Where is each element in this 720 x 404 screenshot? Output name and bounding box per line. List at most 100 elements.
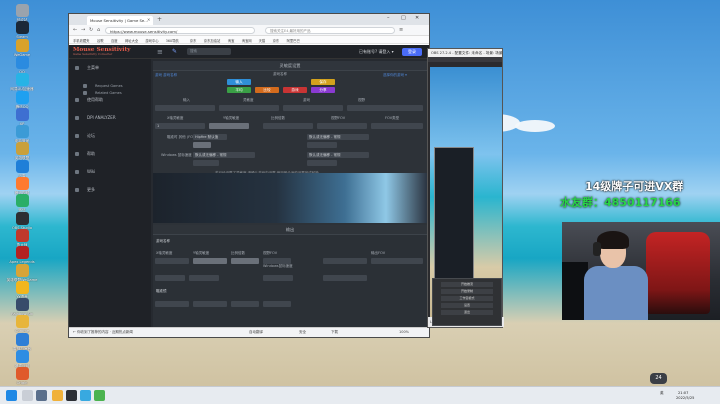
bookmark-item[interactable]: 百度	[111, 38, 118, 43]
sidebar-item[interactable]: 主菜单	[75, 63, 149, 73]
link-right[interactable]: 选择你的游戏 ▾	[383, 73, 407, 78]
lang-indicator[interactable]: 英	[660, 391, 664, 396]
scope-field-4[interactable]	[263, 301, 291, 307]
y-sens-field[interactable]	[209, 123, 249, 129]
multiplier-field[interactable]	[263, 123, 313, 129]
out-field-2[interactable]	[193, 258, 227, 264]
sidebar-item[interactable]: DPI ANALYZER	[75, 113, 149, 123]
option-select-2[interactable]: 默认或无偏移 - 常规	[307, 152, 369, 158]
input-button[interactable]: 输入	[227, 79, 251, 85]
notification-badge[interactable]: 24	[650, 373, 667, 384]
bookmark-item[interactable]: 谷歌	[97, 38, 104, 43]
browser-tab[interactable]: Mouse Sensitivity | Game Se...	[87, 16, 153, 25]
obs-control-button[interactable]: 设置	[441, 303, 493, 308]
out-field-6[interactable]	[371, 258, 423, 264]
sidebar-item[interactable]: 帮助	[75, 149, 149, 159]
close-window-icon[interactable]: ✕	[415, 15, 419, 21]
bookmark-item[interactable]: 淘宝网	[242, 38, 252, 43]
obs-control-button[interactable]: 工作室模式	[441, 296, 493, 301]
obs-taskbar-icon[interactable]	[66, 390, 77, 401]
bookmark-item[interactable]: 京东	[273, 38, 280, 43]
obs-control-button[interactable]: 退出	[441, 310, 493, 315]
out-field-5[interactable]	[323, 258, 367, 264]
url-field[interactable]: https://www.mouse-sensitivity.com/	[105, 27, 255, 34]
bookmark-item[interactable]: 360导航	[166, 38, 179, 43]
forward-icon[interactable]: →	[81, 27, 85, 33]
refresh-icon[interactable]: ↻	[89, 27, 93, 33]
bookmark-item[interactable]: 阿里巴巴	[287, 38, 300, 43]
home-icon[interactable]: ⌂	[97, 27, 100, 33]
out-field-1[interactable]	[155, 258, 189, 264]
status-safe[interactable]: 安全	[299, 330, 306, 335]
clock-time[interactable]: 21:07	[678, 391, 688, 395]
compare-button[interactable]: 比较	[255, 87, 279, 93]
status-news[interactable]: ← 你收到了推荐的内容 · 近期热点新闻	[73, 330, 133, 335]
out-field-8[interactable]	[189, 275, 219, 281]
option-input-2[interactable]	[307, 160, 337, 166]
game-button[interactable]: 游戏	[283, 87, 307, 93]
bookmark-item[interactable]: 天猫	[259, 38, 266, 43]
minimize-icon[interactable]: –	[387, 15, 390, 21]
obs-control-button[interactable]: 开始录制	[441, 289, 493, 294]
status-download[interactable]: 下载	[331, 330, 338, 335]
input-field-2[interactable]	[219, 105, 279, 111]
mode-input[interactable]	[193, 142, 211, 148]
windows-select[interactable]: 默认或无偏移 - 常规	[193, 152, 255, 158]
app-taskbar-icon[interactable]	[94, 390, 105, 401]
app-icon	[15, 4, 29, 17]
new-tab-icon[interactable]: +	[157, 16, 162, 23]
brush-icon[interactable]: ✎	[172, 48, 177, 55]
input-field-4[interactable]	[347, 105, 423, 111]
bookmark-item[interactable]: 手机收藏夹	[73, 38, 89, 43]
average-button[interactable]: 平均	[227, 87, 251, 93]
option-input-1[interactable]	[307, 142, 337, 148]
task-view-icon[interactable]	[36, 390, 47, 401]
account-dropdown[interactable]: 已有账号? 请登入 ▾	[359, 49, 394, 55]
windows-input[interactable]	[193, 160, 219, 166]
obs-control-button[interactable]: 开始推流	[441, 282, 493, 287]
out-field-4[interactable]	[263, 258, 291, 264]
out-field-7[interactable]	[155, 275, 185, 281]
link-left[interactable]: 游戏 游戏名称	[155, 73, 177, 78]
hamburger-icon[interactable]: ≡	[157, 48, 163, 56]
site-logo[interactable]: Mouse Sensitivity Game Sensitivity Conve…	[73, 47, 153, 57]
sidebar-item[interactable]: 论坛	[75, 131, 149, 141]
bookmark-item[interactable]: 京东	[190, 38, 197, 43]
mode-select[interactable]: Hipfire 默认值	[193, 134, 227, 140]
status-translate[interactable]: 自动翻译	[249, 330, 263, 335]
scope-field-1[interactable]	[155, 301, 189, 307]
back-icon[interactable]: ←	[73, 27, 77, 33]
share-button[interactable]: 分享	[311, 87, 335, 93]
scope-field-3[interactable]	[231, 301, 259, 307]
status-zoom[interactable]: 100%	[399, 330, 409, 334]
out-field-9[interactable]	[263, 275, 293, 281]
sidebar-item[interactable]: Wiki	[75, 167, 149, 177]
menu-icon[interactable]: ≡	[399, 27, 403, 33]
option-select-1[interactable]: 默认或无偏移 - 常规	[307, 134, 369, 140]
input-field-3[interactable]	[283, 105, 343, 111]
input-field-1[interactable]	[155, 105, 215, 111]
browser-search-field[interactable]: 搜索关注E4,最好用的产品	[265, 27, 395, 34]
fov-field[interactable]	[317, 123, 367, 129]
out-field-10[interactable]	[323, 275, 367, 281]
start-icon[interactable]	[6, 390, 17, 401]
bookmark-item[interactable]: 网址大全	[125, 38, 138, 43]
bookmark-item[interactable]: 游戏中心	[145, 38, 158, 43]
fov-type-select[interactable]	[371, 123, 423, 129]
sidebar-item[interactable]: 更多	[75, 185, 149, 195]
clock-date[interactable]: 2022/5/25	[676, 396, 694, 400]
bookmark-item[interactable]: 淘宝	[228, 38, 235, 43]
bookmark-item[interactable]: 京东加油站	[204, 38, 220, 43]
sidebar-item[interactable]: 使用帮助	[75, 95, 149, 105]
file-explorer-icon[interactable]	[52, 390, 63, 401]
save-button[interactable]: 保存	[311, 79, 335, 85]
out-field-3[interactable]	[231, 258, 259, 264]
scope-field-2[interactable]	[193, 301, 227, 307]
close-tab-icon[interactable]: ✕	[147, 17, 150, 22]
browser-taskbar-icon[interactable]	[80, 390, 91, 401]
login-button[interactable]: 登录	[402, 48, 422, 56]
search-icon[interactable]	[22, 390, 33, 401]
site-search-input[interactable]: 搜索	[187, 48, 231, 55]
x-sens-field[interactable]: 1	[155, 123, 205, 129]
maximize-icon[interactable]: □	[401, 15, 406, 21]
